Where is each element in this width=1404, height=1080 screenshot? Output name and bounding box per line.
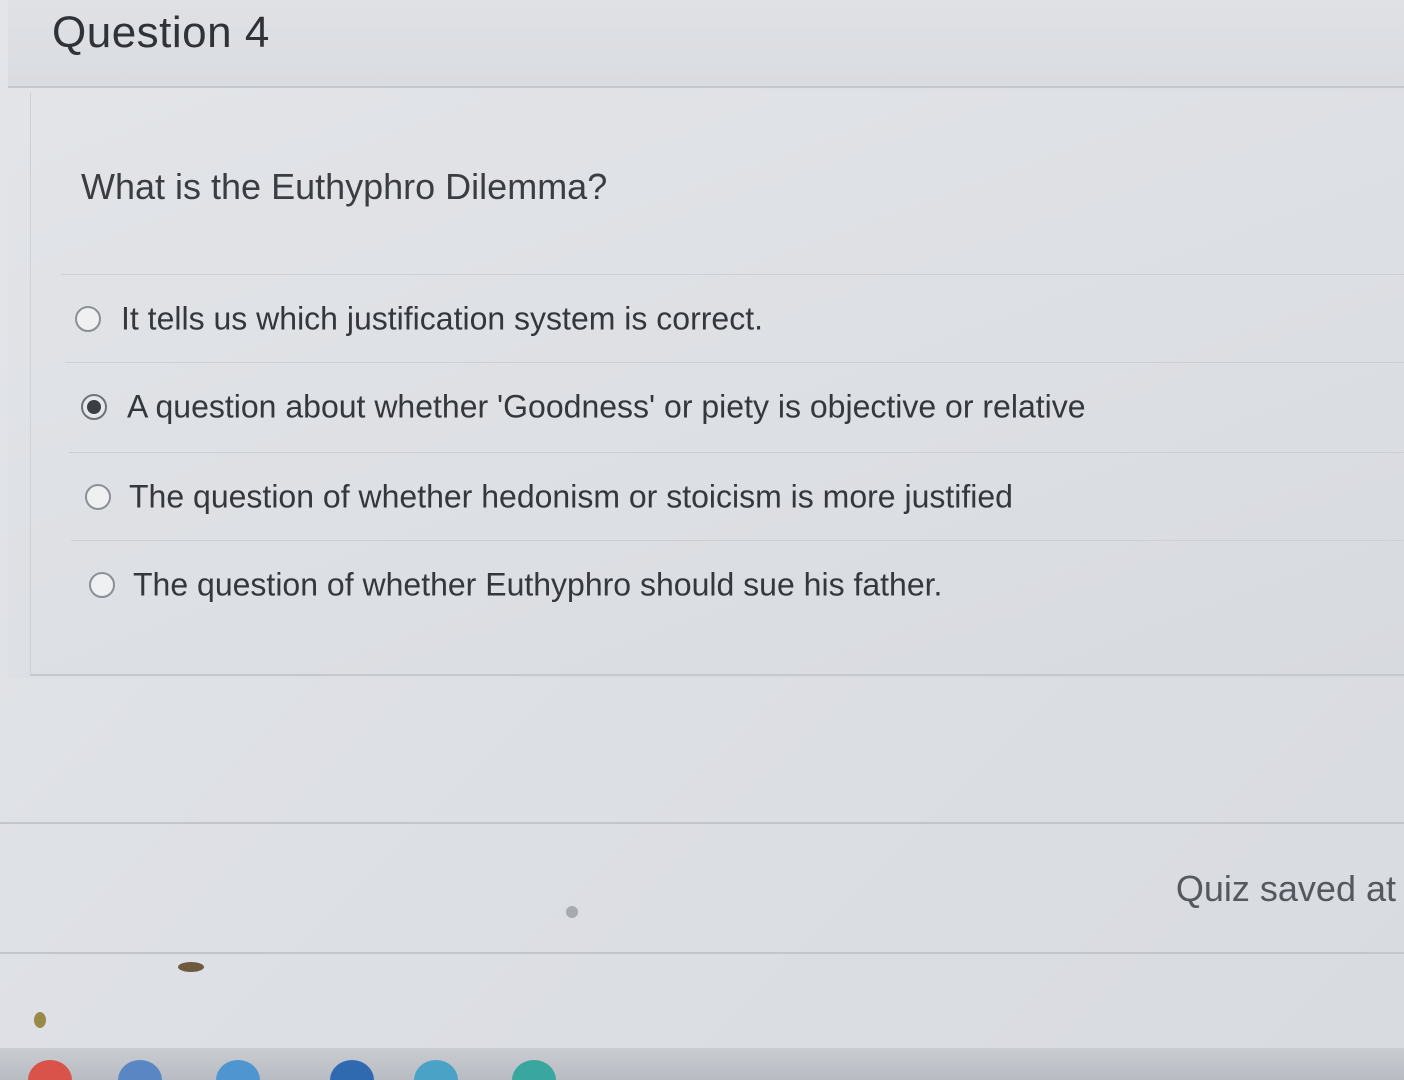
question-body: What is the Euthyphro Dilemma? It tells … <box>8 92 1404 678</box>
option-label[interactable]: A question about whether 'Goodness' or p… <box>127 389 1086 426</box>
footer-divider-top <box>0 822 1404 824</box>
radio-button-selected[interactable] <box>81 394 107 420</box>
question-content: What is the Euthyphro Dilemma? It tells … <box>30 92 1404 676</box>
answer-option-3[interactable]: The question of whether hedonism or stoi… <box>69 452 1404 541</box>
quiz-saved-status: Quiz saved at <box>1175 868 1396 909</box>
quiz-page: Question 4 What is the Euthyphro Dilemma… <box>0 0 1404 1080</box>
taskbar-app-icon[interactable] <box>28 1060 72 1080</box>
radio-button[interactable] <box>85 484 111 510</box>
answer-option-2[interactable]: A question about whether 'Goodness' or p… <box>65 362 1404 451</box>
question-prompt: What is the Euthyphro Dilemma? <box>81 166 608 207</box>
taskbar-app-icon[interactable] <box>118 1060 162 1080</box>
question-header: Question 4 <box>8 0 1404 88</box>
answer-option-1[interactable]: It tells us which justification system i… <box>61 274 1404 363</box>
screen-smudge <box>566 906 578 918</box>
taskbar-app-icon[interactable] <box>330 1060 374 1080</box>
radio-button[interactable] <box>89 572 115 598</box>
footer-divider-bottom <box>0 952 1404 954</box>
option-label[interactable]: The question of whether hedonism or stoi… <box>129 479 1013 516</box>
taskbar-app-icon[interactable] <box>414 1060 458 1080</box>
screen-smudge <box>178 962 204 972</box>
radio-button[interactable] <box>75 306 101 332</box>
option-label[interactable]: The question of whether Euthyphro should… <box>133 567 942 604</box>
taskbar <box>0 1048 1404 1080</box>
question-title: Question 4 <box>52 8 270 57</box>
screen-smudge <box>34 1012 46 1028</box>
taskbar-app-icon[interactable] <box>512 1060 556 1080</box>
answer-option-4[interactable]: The question of whether Euthyphro should… <box>71 540 1404 629</box>
taskbar-app-icon[interactable] <box>216 1060 260 1080</box>
option-label[interactable]: It tells us which justification system i… <box>121 301 763 338</box>
